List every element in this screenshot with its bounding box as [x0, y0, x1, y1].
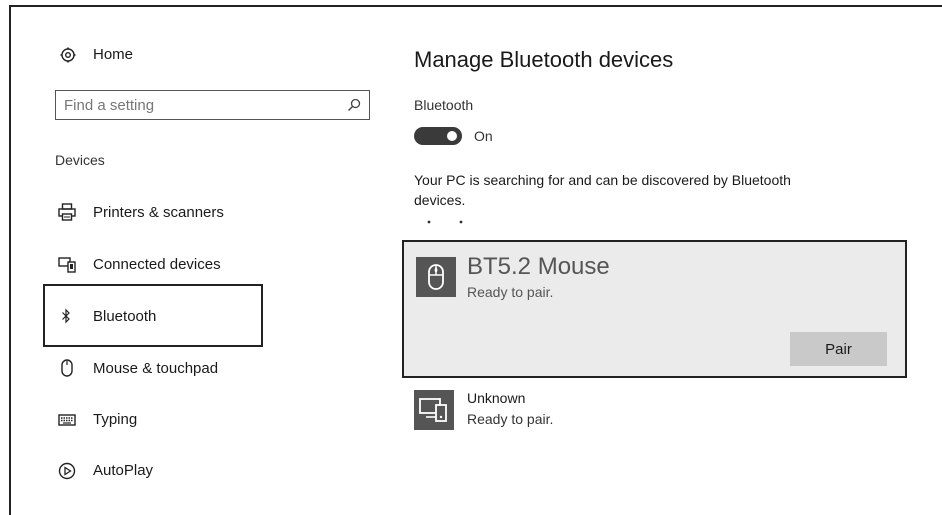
sidebar-item-label: Connected devices — [93, 256, 221, 273]
bluetooth-icon — [62, 308, 70, 324]
search-input[interactable] — [64, 96, 334, 114]
devices-section-label: Devices — [55, 152, 105, 168]
sidebar-item-label: Mouse & touchpad — [93, 360, 219, 377]
sidebar-item-label: Printers & scanners — [93, 204, 224, 221]
sidebar-home[interactable]: Home — [56, 44, 256, 68]
gear-icon — [60, 47, 76, 63]
printer-icon — [58, 203, 76, 221]
search-box[interactable] — [55, 90, 370, 120]
mouse-device-icon — [416, 257, 456, 297]
toggle-knob — [447, 131, 457, 141]
device-status: Ready to pair. — [467, 411, 554, 427]
sidebar-item-label: AutoPlay — [93, 462, 154, 479]
home-label: Home — [93, 46, 134, 63]
mouse-icon — [61, 359, 73, 377]
sidebar-item-printers[interactable]: Printers & scanners — [56, 200, 266, 226]
sidebar-item-bluetooth[interactable]: Bluetooth — [56, 304, 256, 330]
bluetooth-toggle[interactable] — [414, 127, 462, 145]
search-icon[interactable] — [347, 98, 361, 112]
bluetooth-label: Bluetooth — [414, 97, 474, 113]
computer-phone-icon — [414, 390, 454, 430]
device-name: Unknown — [467, 390, 526, 406]
page-title: Manage Bluetooth devices — [414, 47, 674, 72]
keyboard-icon — [58, 414, 76, 426]
sidebar-item-autoplay[interactable]: AutoPlay — [56, 459, 266, 485]
sidebar-item-mouse-touchpad[interactable]: Mouse & touchpad — [56, 357, 266, 383]
sidebar-item-typing[interactable]: Typing — [56, 408, 266, 434]
autoplay-icon — [58, 462, 76, 480]
status-text-line1: Your PC is searching for and can be disc… — [414, 172, 791, 188]
sidebar-item-connected-devices[interactable]: Connected devices — [56, 253, 266, 279]
device-status: Ready to pair. — [467, 284, 554, 300]
device-name: BT5.2 Mouse — [467, 253, 610, 280]
status-text-line2: devices. — [414, 192, 466, 208]
sidebar-item-label: Bluetooth — [93, 308, 157, 325]
connected-devices-icon — [58, 257, 76, 273]
searching-progress-dots — [427, 220, 463, 224]
sidebar-item-label: Typing — [93, 411, 138, 428]
toggle-state-label: On — [474, 128, 493, 144]
pair-button[interactable]: Pair — [790, 332, 887, 366]
